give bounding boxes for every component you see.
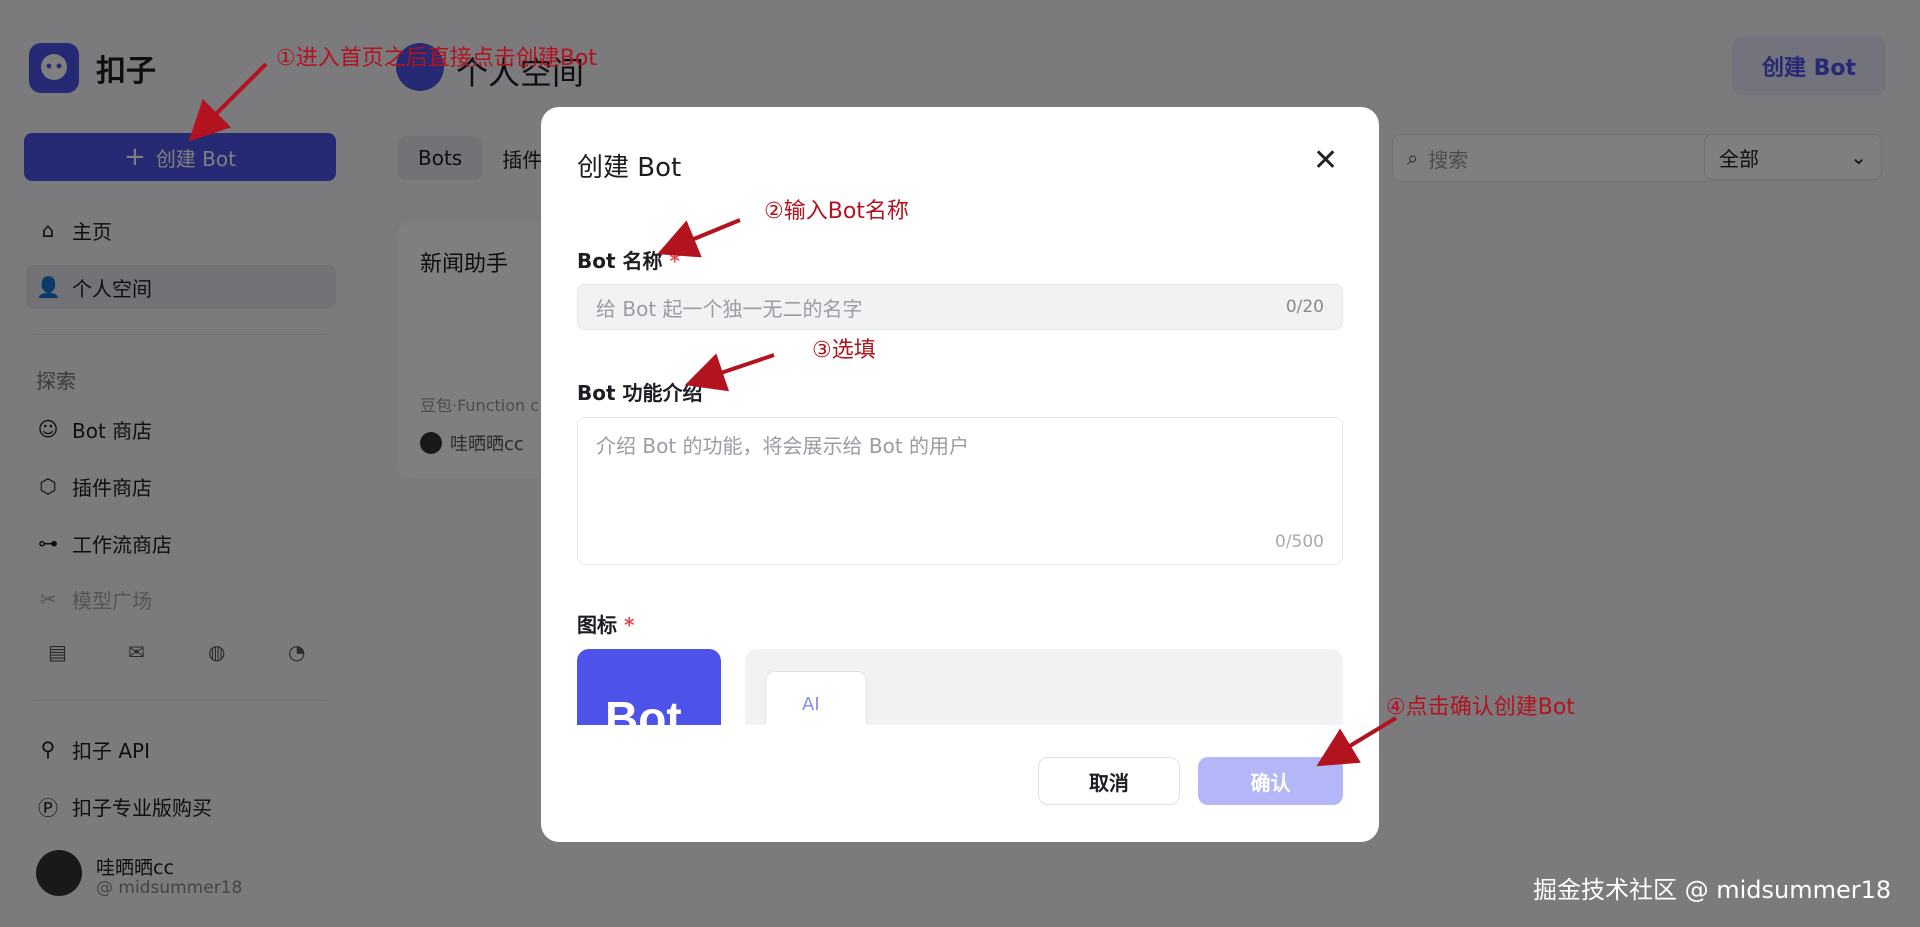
bot-desc-counter: 0/500 [1275,532,1324,552]
bot-desc-textarea[interactable]: 介绍 Bot 的功能，将会展示给 Bot 的用户 0/500 [577,417,1343,565]
bot-avatar-text: Bot [605,692,682,725]
ai-generate-icon-button[interactable]: AI [765,671,867,725]
watermark: 掘金技术社区 @ midsummer18 [1533,876,1892,904]
create-bot-dialog: 创建 Bot ✕ Bot 名称 * 给 Bot 起一个独一无二的名字 0/20 … [541,107,1379,842]
annotation-step-2: ②输入Bot名称 [764,199,909,224]
bot-avatar-preview[interactable]: Bot [577,649,721,725]
icon-label-text: 图标 [577,613,617,637]
cancel-button[interactable]: 取消 [1038,757,1180,805]
ai-generate-icon: AI [802,694,820,715]
icon-options-area: AI [745,649,1343,725]
confirm-button[interactable]: 确认 [1198,757,1343,805]
dialog-title: 创建 Bot [577,153,682,183]
bot-name-label: Bot 名称 * [577,245,680,274]
required-mark: * [623,613,635,637]
annotation-step-3: ③选填 [812,338,876,363]
bot-name-label-text: Bot 名称 [577,249,663,273]
bot-name-placeholder: 给 Bot 起一个独一无二的名字 [596,296,863,321]
required-mark: * [669,249,680,273]
bot-desc-label: Bot 功能介绍 [577,381,703,405]
annotation-step-4: ④点击确认创建Bot [1386,695,1575,720]
bot-name-input[interactable]: 给 Bot 起一个独一无二的名字 0/20 [577,284,1343,330]
bot-name-counter: 0/20 [1285,297,1324,317]
annotation-step-1: ①进入首页之后直接点击创建Bot [276,46,597,71]
icon-label: 图标 * [577,609,634,638]
bot-desc-placeholder: 介绍 Bot 的功能，将会展示给 Bot 的用户 [596,434,970,458]
close-icon[interactable]: ✕ [1313,143,1338,178]
